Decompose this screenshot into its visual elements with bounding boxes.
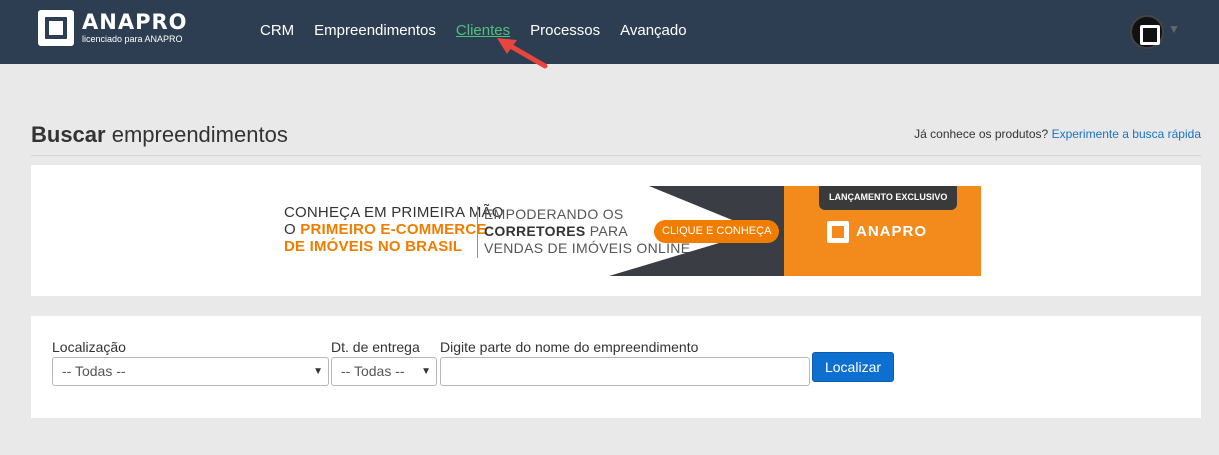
delivery-select[interactable]: -- Todas -- ▼ <box>331 357 437 386</box>
user-avatar[interactable] <box>1130 15 1164 49</box>
chevron-down-icon: ▼ <box>421 366 431 377</box>
banner-line1: CONHEÇA EM PRIMEIRA MÃO <box>284 204 504 221</box>
nav-item-crm[interactable]: CRM <box>260 22 294 40</box>
location-select[interactable]: -- Todas -- ▼ <box>52 357 329 386</box>
brand-name: ANAPRO <box>82 10 188 34</box>
banner-line2: O PRIMEIRO E-COMMERCE <box>284 221 504 238</box>
main-nav: CRM Empreendimentos Clientes Processos A… <box>260 22 687 40</box>
page-title-bold: Buscar <box>31 122 106 147</box>
banner-line3: DE IMÓVEIS NO BRASIL <box>284 238 463 255</box>
anapro-logo-icon <box>38 10 74 46</box>
location-label: Localização <box>52 339 126 355</box>
quick-search-hint: Já conhece os produtos? Experimente a bu… <box>914 127 1201 141</box>
banner-logo-text: ANAPRO <box>856 223 928 240</box>
quick-search-link[interactable]: Experimente a busca rápida <box>1052 127 1201 141</box>
nav-item-empreendimentos[interactable]: Empreendimentos <box>314 22 436 40</box>
banner-cta-button[interactable]: CLIQUE E CONHEÇA <box>654 220 780 243</box>
brand-tagline: licenciado para ANAPRO <box>82 34 183 44</box>
banner-launch-tag: LANÇAMENTO EXCLUSIVO <box>819 186 958 210</box>
banner-divider <box>477 206 478 258</box>
name-label: Digite parte do nome do empreendimento <box>440 339 699 355</box>
brand-logo[interactable]: ANAPRO licenciado para ANAPRO <box>38 10 188 46</box>
location-select-value: -- Todas -- <box>62 363 126 379</box>
chevron-down-icon: ▼ <box>313 366 323 377</box>
top-navbar: ANAPRO licenciado para ANAPRO CRM Empree… <box>0 0 1219 64</box>
page-title-rest: empreendimentos <box>111 122 288 147</box>
nav-item-avancado[interactable]: Avançado <box>620 22 686 40</box>
chevron-down-icon[interactable]: ▼ <box>1168 22 1180 36</box>
localizar-button[interactable]: Localizar <box>812 352 894 382</box>
promo-banner[interactable]: CONHEÇA EM PRIMEIRA MÃO O PRIMEIRO E-COM… <box>279 186 981 276</box>
page-title: Buscar empreendimentos <box>31 122 288 148</box>
banner-mid2-bold: CORRETORES <box>484 223 586 239</box>
delivery-select-value: -- Todas -- <box>341 363 405 379</box>
header-divider <box>31 155 1201 156</box>
banner-line2-highlight: PRIMEIRO E-COMMERCE <box>300 221 487 238</box>
search-panel: Localização -- Todas -- ▼ Dt. de entrega… <box>31 316 1201 418</box>
name-search-input[interactable] <box>440 357 810 386</box>
delivery-label: Dt. de entrega <box>331 339 420 355</box>
annotation-arrow-icon <box>497 38 548 69</box>
banner-logo-icon <box>827 221 849 243</box>
banner-panel: CONHEÇA EM PRIMEIRA MÃO O PRIMEIRO E-COM… <box>31 165 1201 296</box>
quick-search-prompt: Já conhece os produtos? <box>914 127 1049 141</box>
banner-line2-prefix: O <box>284 221 296 238</box>
brand-text: ANAPRO licenciado para ANAPRO <box>82 10 188 44</box>
banner-headline: CONHEÇA EM PRIMEIRA MÃO O PRIMEIRO E-COM… <box>284 204 504 255</box>
